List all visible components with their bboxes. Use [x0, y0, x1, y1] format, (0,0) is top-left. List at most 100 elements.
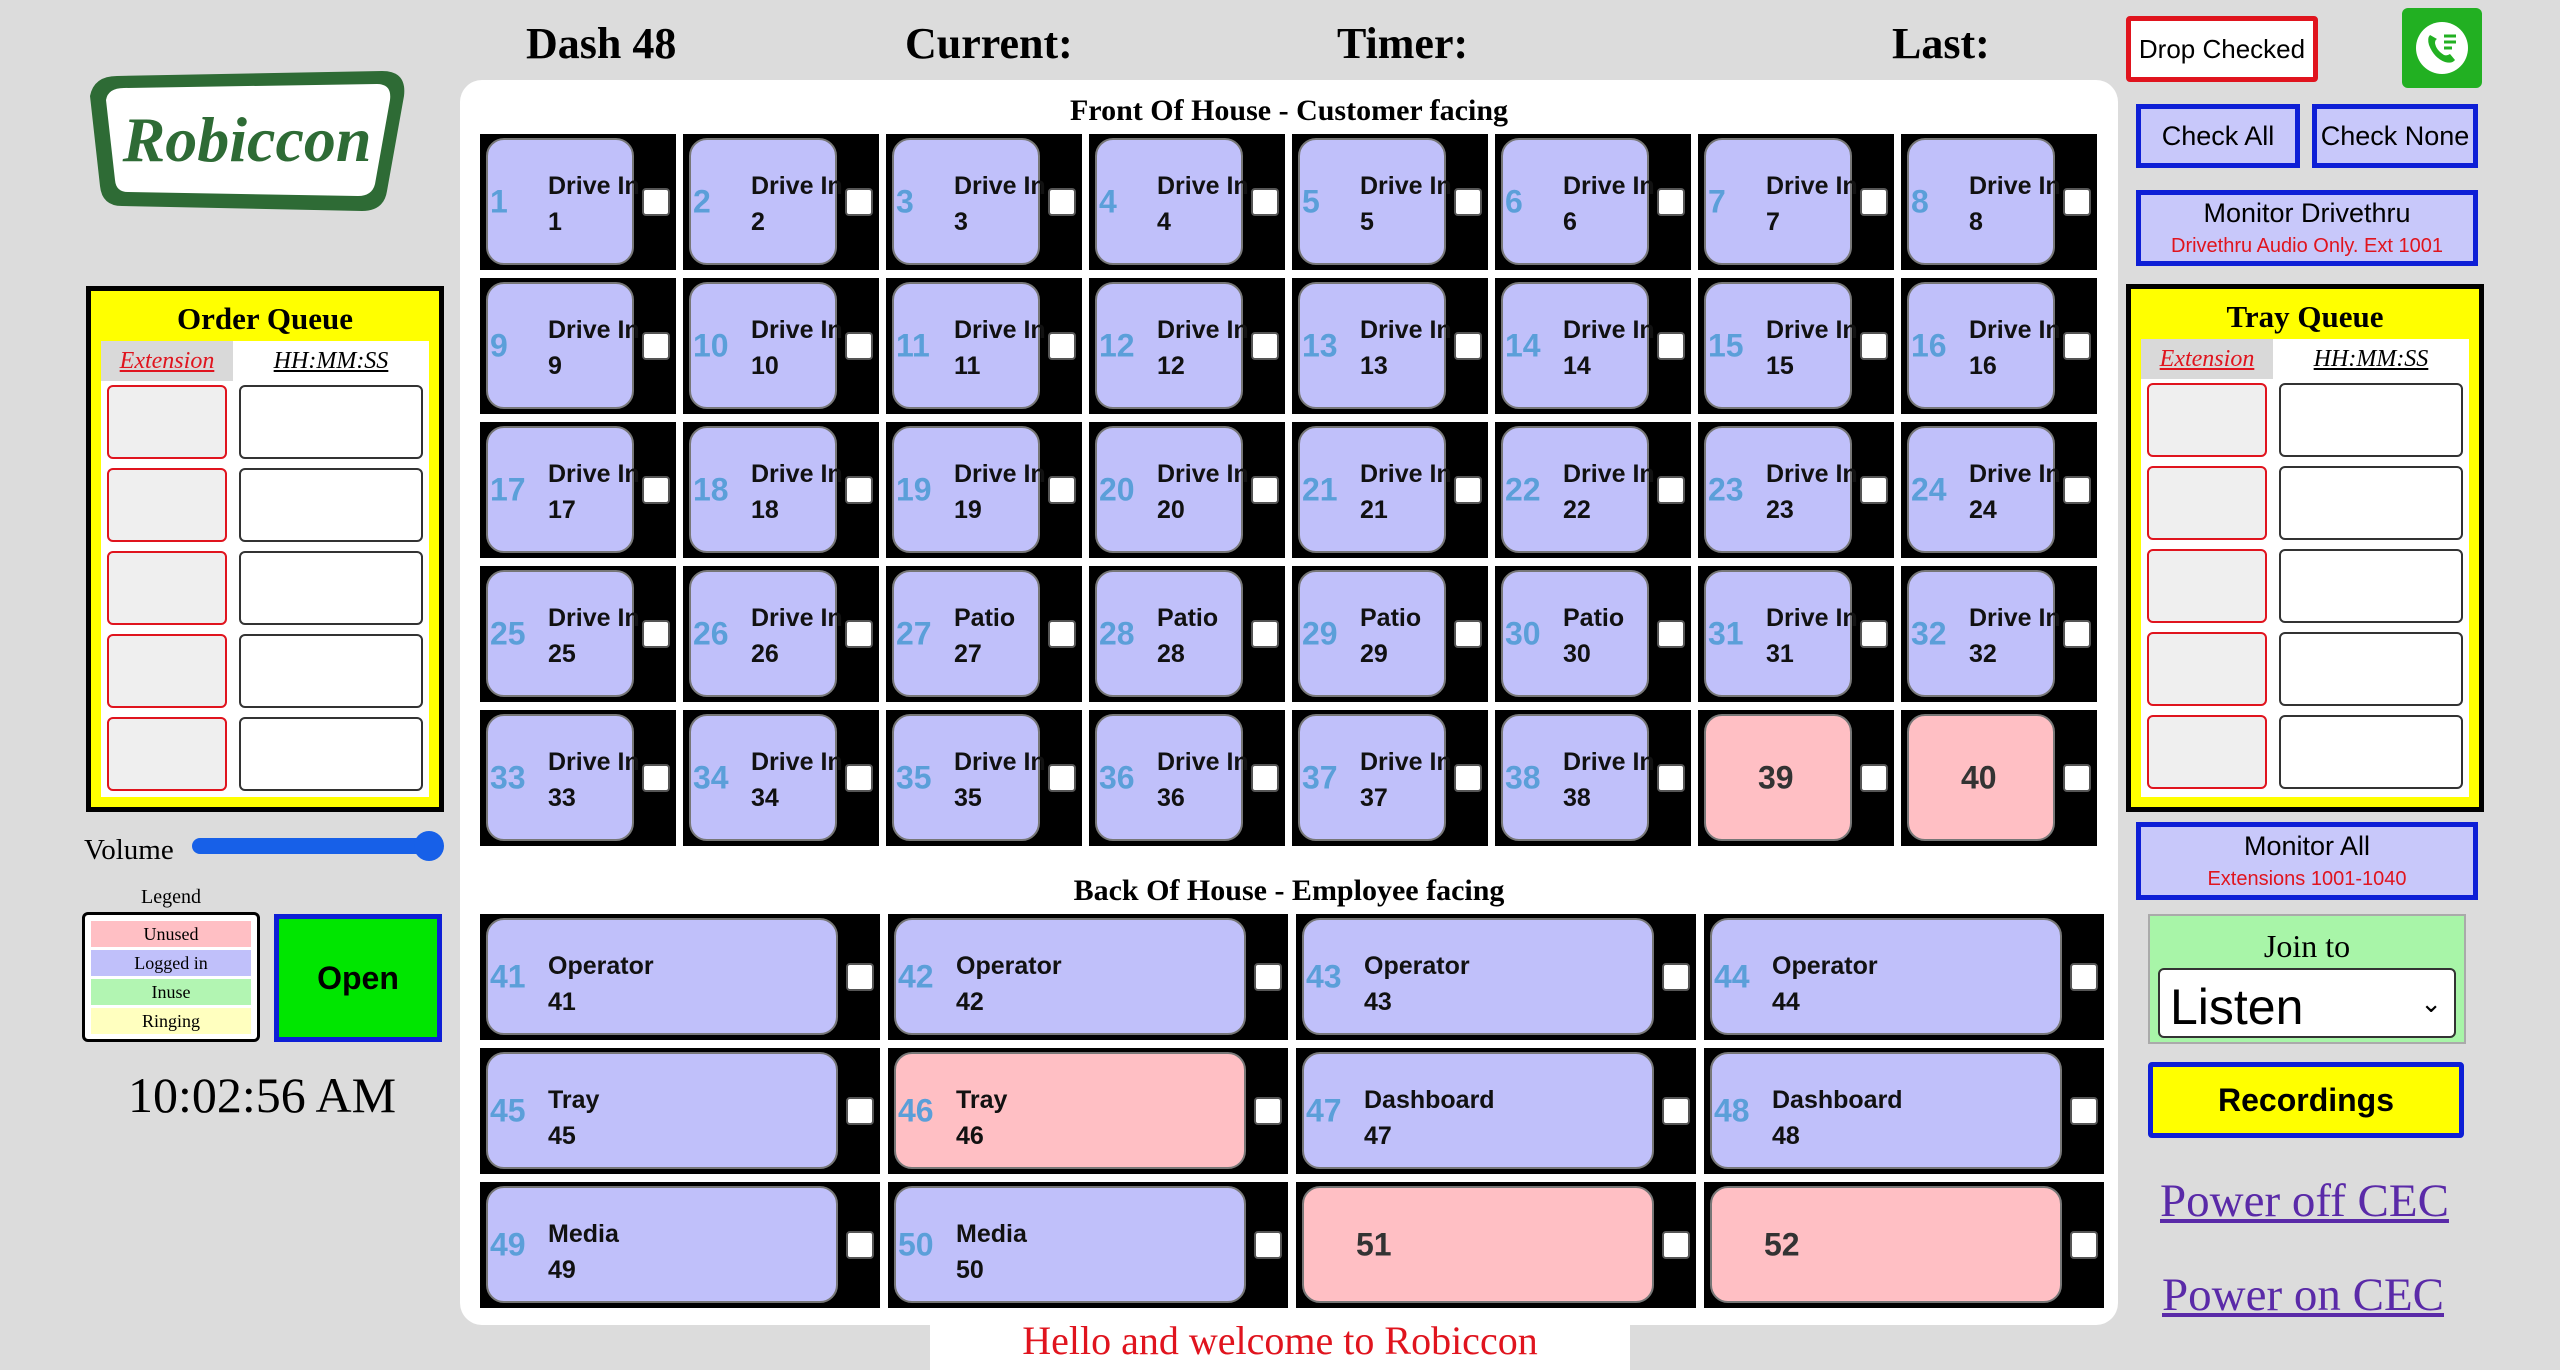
extension-checkbox[interactable] [1662, 1097, 1690, 1125]
extension-checkbox[interactable] [1860, 332, 1888, 360]
extension-checkbox[interactable] [846, 1097, 874, 1125]
extension-checkbox[interactable] [845, 332, 873, 360]
extension-tile-44[interactable]: 44 Operator 44 [1710, 918, 2062, 1035]
tray-queue-extension-slot[interactable] [2147, 632, 2267, 706]
extension-tile-9[interactable]: 9 Drive In 9 [486, 282, 640, 409]
extension-checkbox[interactable] [1454, 620, 1482, 648]
extension-checkbox[interactable] [1251, 476, 1279, 504]
extension-checkbox[interactable] [845, 476, 873, 504]
open-button[interactable]: Open [274, 914, 442, 1042]
extension-checkbox[interactable] [2063, 476, 2091, 504]
extension-checkbox[interactable] [1657, 188, 1685, 216]
extension-checkbox[interactable] [2070, 1097, 2098, 1125]
extension-checkbox[interactable] [1454, 332, 1482, 360]
extension-checkbox[interactable] [1254, 1097, 1282, 1125]
extension-tile-51[interactable]: 51 [1302, 1186, 1654, 1303]
extension-tile-50[interactable]: 50 Media 50 [894, 1186, 1246, 1303]
extension-tile-34[interactable]: 34 Drive In 34 [689, 714, 843, 841]
extension-tile-26[interactable]: 26 Drive In 26 [689, 570, 843, 697]
extension-checkbox[interactable] [846, 1231, 874, 1259]
extension-tile-40[interactable]: 40 [1907, 714, 2055, 841]
extension-tile-46[interactable]: 46 Tray 46 [894, 1052, 1246, 1169]
power-on-cec-link[interactable]: Power on CEC [2162, 1268, 2444, 1322]
extension-checkbox[interactable] [1657, 764, 1685, 792]
extension-tile-16[interactable]: 16 Drive In 16 [1907, 282, 2061, 409]
extension-checkbox[interactable] [2063, 764, 2091, 792]
volume-slider[interactable] [192, 831, 444, 861]
extension-tile-30[interactable]: 30 Patio 30 [1501, 570, 1649, 697]
extension-checkbox[interactable] [1454, 764, 1482, 792]
extension-tile-37[interactable]: 37 Drive In 37 [1298, 714, 1452, 841]
tray-queue-extension-slot[interactable] [2147, 549, 2267, 623]
monitor-drivethru-button[interactable]: Monitor Drivethru Drivethru Audio Only. … [2136, 190, 2478, 266]
drop-checked-button[interactable]: Drop Checked [2126, 16, 2318, 82]
extension-tile-28[interactable]: 28 Patio 28 [1095, 570, 1243, 697]
extension-tile-11[interactable]: 11 Drive In 11 [892, 282, 1046, 409]
extension-checkbox[interactable] [2063, 188, 2091, 216]
extension-checkbox[interactable] [1251, 332, 1279, 360]
volume-slider-thumb[interactable] [414, 831, 444, 861]
extension-tile-14[interactable]: 14 Drive In 14 [1501, 282, 1655, 409]
extension-checkbox[interactable] [2070, 963, 2098, 991]
extension-tile-52[interactable]: 52 [1710, 1186, 2062, 1303]
extension-checkbox[interactable] [1048, 620, 1076, 648]
extension-tile-27[interactable]: 27 Patio 27 [892, 570, 1040, 697]
extension-tile-17[interactable]: 17 Drive In 17 [486, 426, 640, 553]
tray-queue-extension-slot[interactable] [2147, 466, 2267, 540]
tray-queue-extension-slot[interactable] [2147, 715, 2267, 789]
order-queue-extension-slot[interactable] [107, 385, 227, 459]
extension-tile-8[interactable]: 8 Drive In 8 [1907, 138, 2061, 265]
extension-tile-24[interactable]: 24 Drive In 24 [1907, 426, 2061, 553]
extension-tile-6[interactable]: 6 Drive In 6 [1501, 138, 1655, 265]
extension-checkbox[interactable] [642, 764, 670, 792]
extension-checkbox[interactable] [1254, 1231, 1282, 1259]
extension-tile-36[interactable]: 36 Drive In 36 [1095, 714, 1249, 841]
extension-checkbox[interactable] [1662, 963, 1690, 991]
extension-checkbox[interactable] [1657, 620, 1685, 648]
extension-checkbox[interactable] [1662, 1231, 1690, 1259]
extension-tile-32[interactable]: 32 Drive In 32 [1907, 570, 2061, 697]
extension-checkbox[interactable] [642, 476, 670, 504]
extension-tile-7[interactable]: 7 Drive In 7 [1704, 138, 1858, 265]
extension-checkbox[interactable] [1454, 476, 1482, 504]
extension-tile-20[interactable]: 20 Drive In 20 [1095, 426, 1249, 553]
order-queue-extension-slot[interactable] [107, 468, 227, 542]
tray-queue-extension-slot[interactable] [2147, 383, 2267, 457]
phone-call-button[interactable] [2402, 8, 2482, 88]
extension-checkbox[interactable] [1048, 188, 1076, 216]
extension-tile-43[interactable]: 43 Operator 43 [1302, 918, 1654, 1035]
extension-tile-31[interactable]: 31 Drive In 31 [1704, 570, 1858, 697]
extension-tile-2[interactable]: 2 Drive In 2 [689, 138, 843, 265]
extension-tile-1[interactable]: 1 Drive In 1 [486, 138, 640, 265]
extension-checkbox[interactable] [1860, 620, 1888, 648]
extension-tile-15[interactable]: 15 Drive In 15 [1704, 282, 1858, 409]
extension-tile-41[interactable]: 41 Operator 41 [486, 918, 838, 1035]
extension-checkbox[interactable] [642, 188, 670, 216]
extension-checkbox[interactable] [1254, 963, 1282, 991]
extension-checkbox[interactable] [2070, 1231, 2098, 1259]
recordings-button[interactable]: Recordings [2148, 1062, 2464, 1138]
extension-tile-42[interactable]: 42 Operator 42 [894, 918, 1246, 1035]
extension-tile-4[interactable]: 4 Drive In 4 [1095, 138, 1249, 265]
extension-checkbox[interactable] [642, 332, 670, 360]
extension-checkbox[interactable] [642, 620, 670, 648]
extension-tile-5[interactable]: 5 Drive In 5 [1298, 138, 1452, 265]
extension-checkbox[interactable] [1251, 764, 1279, 792]
extension-checkbox[interactable] [2063, 620, 2091, 648]
extension-tile-45[interactable]: 45 Tray 45 [486, 1052, 838, 1169]
extension-checkbox[interactable] [845, 764, 873, 792]
extension-checkbox[interactable] [1860, 764, 1888, 792]
extension-tile-21[interactable]: 21 Drive In 21 [1298, 426, 1452, 553]
extension-checkbox[interactable] [1454, 188, 1482, 216]
extension-checkbox[interactable] [1048, 332, 1076, 360]
extension-checkbox[interactable] [1860, 188, 1888, 216]
extension-tile-29[interactable]: 29 Patio 29 [1298, 570, 1446, 697]
extension-checkbox[interactable] [1048, 476, 1076, 504]
extension-tile-22[interactable]: 22 Drive In 22 [1501, 426, 1655, 553]
extension-tile-23[interactable]: 23 Drive In 23 [1704, 426, 1858, 553]
extension-tile-47[interactable]: 47 Dashboard 47 [1302, 1052, 1654, 1169]
extension-checkbox[interactable] [846, 963, 874, 991]
extension-tile-38[interactable]: 38 Drive In 38 [1501, 714, 1655, 841]
extension-checkbox[interactable] [1860, 476, 1888, 504]
extension-tile-10[interactable]: 10 Drive In 10 [689, 282, 843, 409]
